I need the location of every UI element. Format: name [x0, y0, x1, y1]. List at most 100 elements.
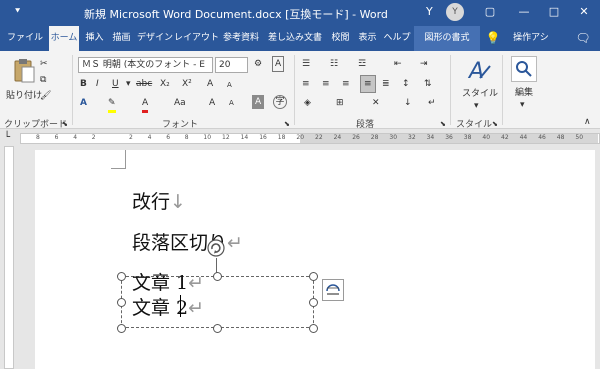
clipboard-launcher-icon[interactable]: ⬊ [62, 117, 68, 131]
shrink-font-button[interactable]: A [227, 78, 232, 92]
lightbulb-icon[interactable]: 💡 [484, 26, 502, 51]
format-painter-icon[interactable]: 🖌 [40, 89, 51, 103]
rotate-handle-icon[interactable] [206, 238, 226, 258]
italic-button[interactable]: I [96, 77, 99, 91]
tab-design[interactable]: デザイン [136, 26, 174, 51]
bullets-icon[interactable]: ☰ [302, 57, 310, 71]
font-launcher-icon[interactable]: ⬊ [284, 117, 290, 131]
ribbon-display-options-icon[interactable]: ▢ [476, 2, 504, 22]
grow-font-2-button[interactable]: A [209, 96, 215, 110]
tab-selector-icon[interactable]: └ [4, 132, 10, 143]
resize-handle-b[interactable] [213, 324, 222, 333]
tab-view[interactable]: 表示 [354, 26, 381, 51]
tab-insert[interactable]: 挿入 [81, 26, 108, 51]
tab-mailings[interactable]: 差し込み文書 [264, 26, 326, 51]
resize-handle-tl[interactable] [117, 272, 126, 281]
editing-dropdown-icon[interactable]: ▾ [520, 98, 525, 112]
align-left-icon[interactable]: ≡ [302, 77, 310, 91]
search-icon[interactable] [511, 56, 537, 82]
resize-handle-l[interactable] [117, 298, 126, 307]
char-border-button[interactable]: A [272, 56, 285, 72]
styles-dropdown-icon[interactable]: ▾ [474, 99, 479, 113]
multilevel-list-icon[interactable]: ☲ [358, 57, 366, 71]
show-marks-icon[interactable]: ↵ [428, 96, 436, 110]
ruler-tick-label: 24 [333, 134, 342, 141]
document-page[interactable]: 改行↓ 段落区切り↵ 文章 1↵ 文章 2↵ [35, 150, 595, 369]
underline-button[interactable]: U [112, 77, 119, 91]
textbox-line-1[interactable]: 文章 1↵ [132, 268, 204, 295]
tab-draw[interactable]: 描画 [108, 26, 135, 51]
minimize-button[interactable]: — [510, 2, 538, 22]
font-name-select[interactable]: ＭＳ 明朝 (本文のフォント - E [78, 57, 213, 73]
paragraph-line-2[interactable]: 段落区切り↵ [132, 228, 243, 255]
sort-icon[interactable]: ↓ [404, 96, 412, 110]
tab-file[interactable]: ファイル [4, 26, 46, 51]
avatar[interactable]: Y [446, 3, 464, 21]
text-effects-button[interactable]: A [80, 96, 87, 110]
styles-launcher-icon[interactable]: ⬊ [492, 117, 498, 131]
ruler-tick-label: 34 [426, 134, 435, 141]
resize-handle-bl[interactable] [117, 324, 126, 333]
enclosed-char-button[interactable]: 字 [273, 95, 287, 109]
grow-font-button[interactable]: A [207, 77, 213, 91]
superscript-button[interactable]: X² [182, 77, 192, 91]
styles-icon[interactable]: A [466, 56, 492, 84]
font-settings-icon[interactable]: ⚙ [254, 57, 262, 71]
resize-handle-t[interactable] [213, 272, 222, 281]
styles-button[interactable]: スタイル [462, 87, 498, 101]
tab-home[interactable]: ホーム [49, 26, 79, 51]
tab-review[interactable]: 校閲 [327, 26, 354, 51]
align-center-icon[interactable]: ≡ [322, 77, 330, 91]
collapse-ribbon-icon[interactable]: ∧ [584, 115, 591, 129]
asian-layout-icon[interactable]: ✕ [372, 96, 380, 110]
ruler-tick-label: 12 [222, 134, 230, 141]
tab-shape-format[interactable]: 図形の書式 [414, 26, 480, 51]
comment-icon[interactable]: 🗨 [572, 26, 594, 51]
highlight-icon[interactable]: ✎ [108, 96, 116, 113]
cut-icon[interactable]: ✂ [40, 57, 48, 71]
underline-dropdown-icon[interactable]: ▾ [126, 77, 131, 91]
bold-button[interactable]: B [80, 77, 87, 91]
increase-indent-icon[interactable]: ⇥ [420, 57, 428, 71]
ruler-tick-label: 4 [73, 134, 78, 141]
paste-button[interactable]: 貼り付け [6, 89, 42, 103]
tab-help[interactable]: ヘルプ [381, 26, 413, 51]
char-shading-button[interactable]: A [252, 95, 265, 109]
close-button[interactable]: ✕ [570, 2, 598, 22]
subscript-button[interactable]: X₂ [160, 77, 170, 91]
shrink-font-2-button[interactable]: A [229, 96, 234, 110]
ruler-tick-label: 2 [91, 134, 96, 141]
distributed-icon[interactable]: ≣ [382, 77, 390, 91]
font-size-select[interactable]: 20 [215, 57, 248, 73]
copy-icon[interactable]: ⧉ [40, 73, 46, 87]
user-initial[interactable]: Y [426, 5, 433, 18]
align-right-icon[interactable]: ≡ [342, 77, 350, 91]
tell-me-search[interactable]: 操作アシ [506, 26, 556, 51]
line-spacing-icon[interactable]: ↕ [402, 77, 410, 91]
resize-handle-br[interactable] [309, 324, 318, 333]
svg-text:A: A [467, 59, 484, 84]
resize-handle-tr[interactable] [309, 272, 318, 281]
tab-references[interactable]: 参考資料 [219, 26, 263, 51]
quick-access-dropdown-icon[interactable]: ⯆ [14, 7, 21, 17]
paragraph-launcher-icon[interactable]: ⬊ [440, 117, 446, 131]
justify-icon[interactable]: ≡ [360, 75, 376, 93]
borders-icon[interactable]: ⊞ [336, 96, 344, 110]
ruler-tick-label: 6 [166, 134, 171, 141]
tab-layout[interactable]: レイアウト [174, 26, 219, 51]
shading-icon[interactable]: ◈ [304, 96, 311, 110]
layout-options-icon[interactable] [322, 279, 344, 301]
ruler-tick-label: 2 [129, 134, 133, 141]
decrease-indent-icon[interactable]: ⇤ [394, 57, 402, 71]
change-case-button[interactable]: Aa [174, 96, 186, 110]
ruler-tick-label: 40 [482, 134, 491, 141]
font-color-button[interactable]: A [142, 96, 149, 113]
numbering-icon[interactable]: ☷ [330, 57, 338, 71]
paste-icon[interactable] [12, 57, 36, 85]
textbox-line-2[interactable]: 文章 2↵ [132, 293, 204, 320]
strikethrough-button[interactable]: abc [136, 77, 152, 91]
maximize-button[interactable]: □ [540, 2, 568, 22]
resize-handle-r[interactable] [309, 298, 318, 307]
paragraph-line-1[interactable]: 改行↓ [132, 187, 186, 214]
text-direction-icon[interactable]: ⇅ [424, 77, 432, 91]
